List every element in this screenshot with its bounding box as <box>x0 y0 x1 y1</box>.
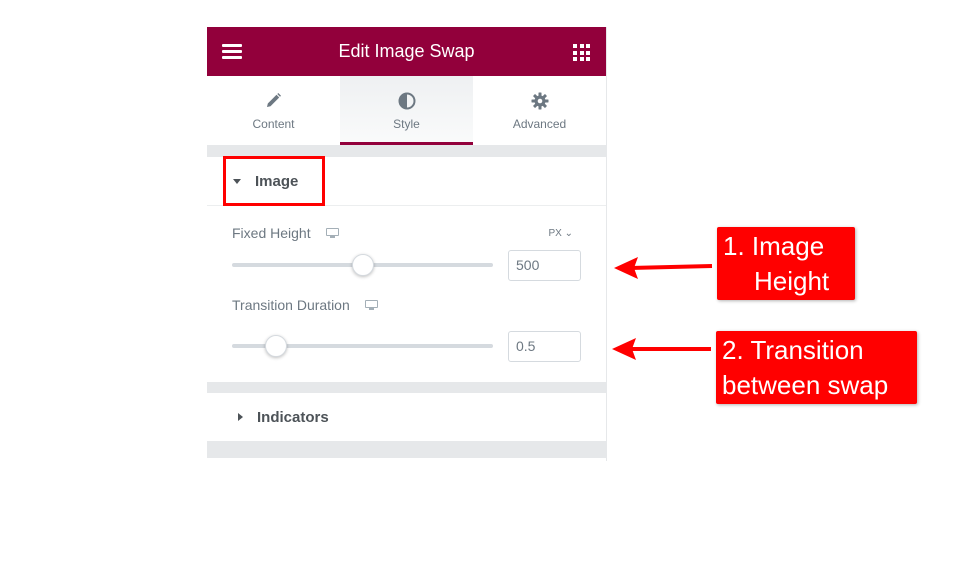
annotation-line: 2. Transition <box>722 335 864 365</box>
arrow-icon <box>612 338 711 360</box>
screenshot-stage: Edit Image Swap Content Style Advanced I… <box>0 0 962 564</box>
annotation-line: between swap <box>722 370 889 400</box>
annotation-image-height: 1. Image Height <box>717 227 855 300</box>
arrow-icon <box>614 257 713 279</box>
annotation-line: 1. Image <box>723 231 825 261</box>
annotation-line: Height <box>754 266 830 296</box>
annotation-transition: 2. Transition between swap <box>716 331 917 404</box>
